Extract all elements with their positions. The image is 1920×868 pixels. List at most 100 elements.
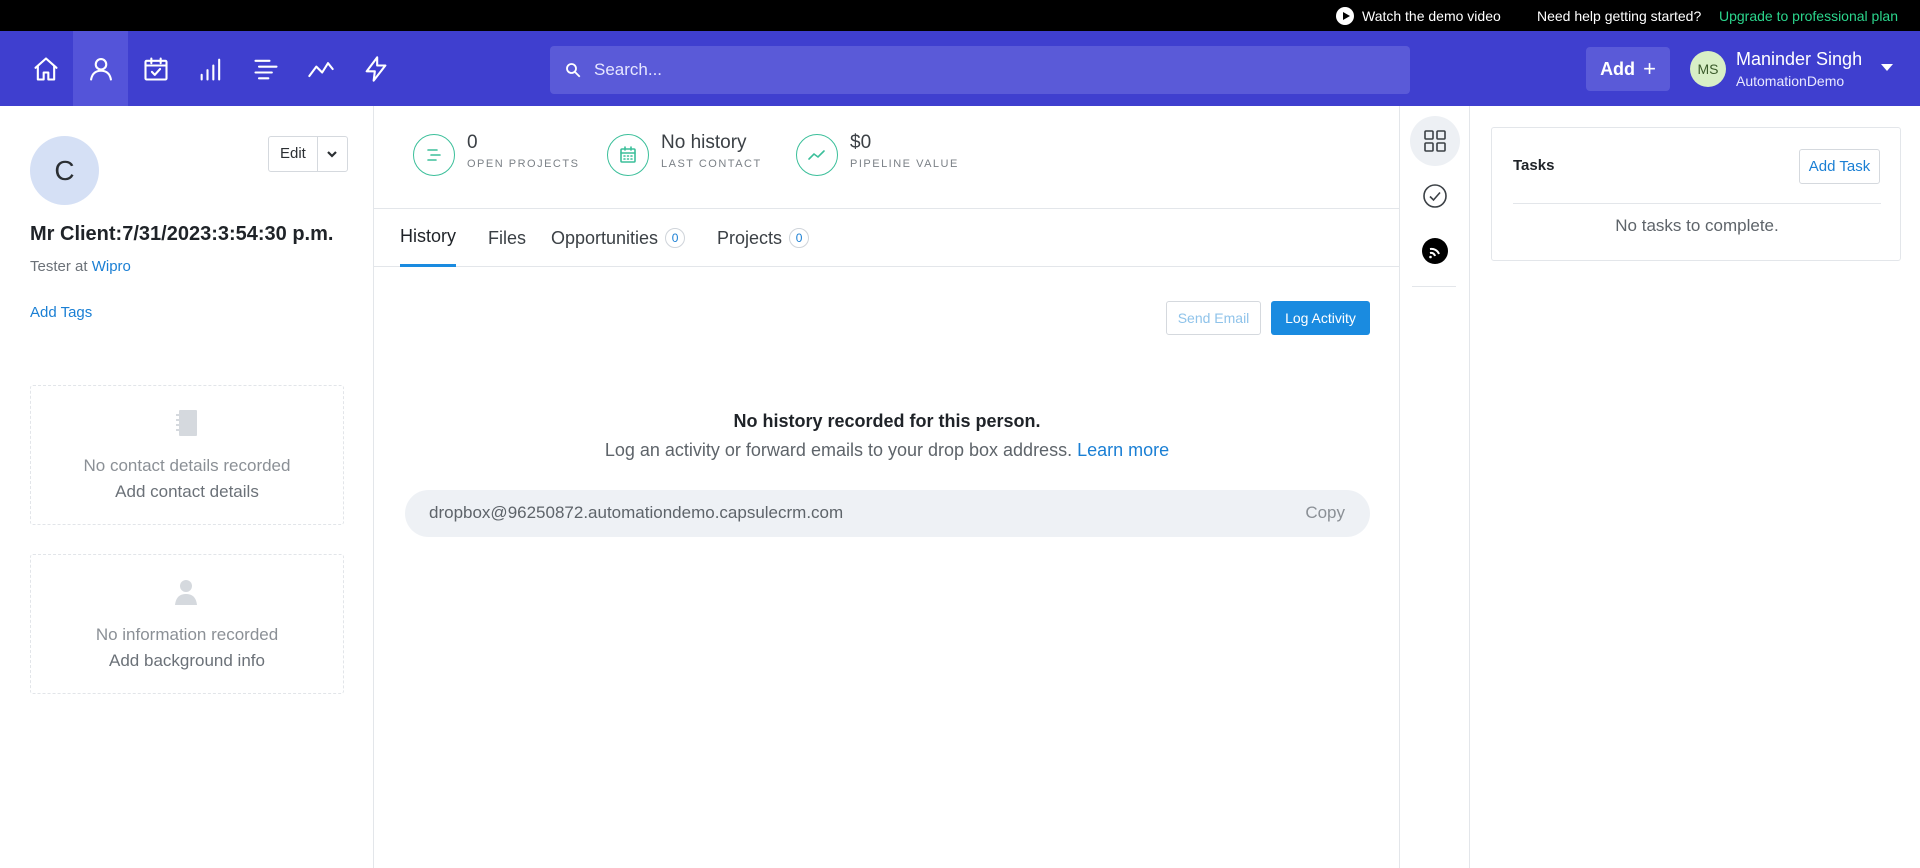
log-activity-button[interactable]: Log Activity — [1271, 301, 1370, 335]
tab-files[interactable]: Files — [488, 209, 526, 267]
edit-button[interactable]: Edit — [269, 137, 318, 171]
stat-pipeline-value: $0 PIPELINE VALUE — [796, 132, 959, 176]
role-prefix: Tester at — [30, 258, 88, 275]
tab-opportunities[interactable]: Opportunities 0 — [551, 209, 686, 267]
add-button-label: Add — [1600, 58, 1636, 79]
company-link[interactable]: Wipro — [92, 258, 131, 275]
upgrade-link[interactable]: Upgrade to professional plan — [1719, 8, 1898, 24]
user-menu-caret-icon[interactable] — [1881, 64, 1893, 71]
address-book-icon — [176, 410, 197, 436]
tab-label: History — [400, 226, 457, 246]
contact-name: Mr Client:7/31/2023:3:54:30 p.m. — [30, 223, 334, 245]
tasks-divider — [1513, 203, 1881, 204]
nav-people[interactable] — [73, 31, 128, 106]
rail-feed-button[interactable] — [1410, 226, 1460, 276]
nav-reports[interactable] — [293, 31, 348, 106]
contact-sidebar: C Edit Mr Client:7/31/2023:3:54:30 p.m. … — [0, 106, 374, 868]
record-tabs: History Files Opportunities 0 Projects 0 — [374, 209, 1400, 267]
help-link[interactable]: Need help getting started? — [1537, 8, 1701, 24]
background-info-empty: No information recorded — [95, 625, 279, 644]
background-info-card[interactable]: No information recorded Add background i… — [30, 554, 344, 694]
tasks-title: Tasks — [1513, 157, 1555, 174]
nav-workflow[interactable] — [348, 31, 403, 106]
history-empty-text: Log an activity or forward emails to you… — [604, 440, 1073, 460]
calendar-check-icon — [143, 56, 168, 81]
trend-icon — [808, 150, 825, 160]
tab-count-badge: 0 — [789, 228, 810, 248]
calendar-icon — [620, 146, 636, 163]
stat-label: PIPELINE VALUE — [850, 158, 959, 170]
stat-open-projects: 0 OPEN PROJECTS — [413, 132, 580, 176]
contact-role: Tester at Wipro — [30, 258, 131, 275]
grid-icon — [1424, 130, 1446, 152]
dropbox-address[interactable]: dropbox@96250872.automationdemo.capsulec… — [429, 503, 843, 523]
send-email-button[interactable]: Send Email — [1166, 301, 1261, 335]
contact-details-empty: No contact details recorded — [83, 456, 291, 475]
tab-count-badge: 0 — [665, 228, 686, 248]
stat-circle — [607, 134, 649, 176]
edit-button-group: Edit — [268, 136, 348, 172]
add-button[interactable]: Add + — [1586, 47, 1670, 91]
stats-bar: 0 OPEN PROJECTS No history LAST CONTACT … — [374, 106, 1400, 209]
add-contact-details-link[interactable]: Add contact details — [31, 479, 343, 505]
main-nav: Add + MS Maninder Singh AutomationDemo — [0, 31, 1920, 106]
tab-label: Projects — [717, 227, 783, 248]
history-empty-subtitle: Log an activity or forward emails to you… — [374, 440, 1400, 461]
add-background-info-link[interactable]: Add background info — [31, 648, 343, 674]
rail-divider — [1412, 286, 1456, 287]
home-icon — [33, 56, 58, 81]
rail-overview-button[interactable] — [1410, 116, 1460, 166]
stat-value: 0 — [467, 132, 478, 153]
tasks-empty-message: No tasks to complete. — [1615, 216, 1779, 235]
main-content: 0 OPEN PROJECTS No history LAST CONTACT … — [374, 106, 1400, 868]
user-org: AutomationDemo — [1736, 73, 1845, 89]
tab-history[interactable]: History — [400, 209, 457, 267]
lightning-icon — [365, 55, 386, 82]
play-icon — [1336, 7, 1354, 25]
nav-sales[interactable] — [183, 31, 238, 106]
user-name[interactable]: Maninder Singh — [1736, 49, 1862, 70]
rail-tasks-button[interactable] — [1410, 171, 1460, 221]
tasks-panel: Tasks Add Task No tasks to complete. — [1491, 127, 1901, 261]
dropbox-address-field: dropbox@96250872.automationdemo.capsulec… — [405, 490, 1370, 537]
edit-dropdown-button[interactable] — [318, 137, 347, 171]
check-circle-icon — [1423, 184, 1447, 208]
watch-demo-link[interactable]: Watch the demo video — [1336, 7, 1501, 25]
history-empty-title: No history recorded for this person. — [733, 411, 1041, 431]
search-input[interactable] — [594, 60, 1374, 80]
bar-chart-icon — [200, 58, 220, 81]
panel-switcher — [1400, 106, 1470, 868]
stat-circle — [796, 134, 838, 176]
search-icon — [566, 63, 581, 78]
contact-avatar: C — [30, 136, 99, 205]
stat-last-contact: No history LAST CONTACT — [607, 132, 762, 176]
stat-label: LAST CONTACT — [661, 158, 762, 170]
trend-icon — [307, 61, 334, 77]
contact-details-card[interactable]: No contact details recorded Add contact … — [30, 385, 344, 525]
stat-circle — [413, 134, 455, 176]
add-task-button[interactable]: Add Task — [1799, 149, 1880, 184]
tab-label: Opportunities — [551, 227, 659, 248]
learn-more-link[interactable]: Learn more — [1077, 440, 1169, 460]
person-icon — [89, 57, 112, 81]
stat-value: No history — [661, 132, 747, 153]
add-tags-link[interactable]: Add Tags — [30, 304, 92, 321]
user-avatar[interactable]: MS — [1690, 51, 1726, 87]
nav-home[interactable] — [18, 31, 73, 106]
copy-button[interactable]: Copy — [1305, 503, 1345, 523]
stat-value: $0 — [850, 132, 872, 153]
person-info-icon — [175, 580, 197, 605]
tab-projects[interactable]: Projects 0 — [717, 209, 810, 267]
top-announcement-bar: Watch the demo video Need help getting s… — [0, 0, 1920, 31]
stat-label: OPEN PROJECTS — [467, 158, 580, 170]
projects-icon — [427, 149, 441, 161]
projects-icon — [253, 59, 278, 79]
global-search[interactable] — [550, 46, 1410, 94]
chevron-down-icon — [327, 151, 338, 158]
rss-feed-icon — [1422, 238, 1448, 264]
nav-calendar[interactable] — [128, 31, 183, 106]
plus-icon: + — [1643, 56, 1656, 81]
nav-projects[interactable] — [238, 31, 293, 106]
watch-demo-label: Watch the demo video — [1362, 8, 1501, 24]
tab-label: Files — [488, 227, 527, 248]
